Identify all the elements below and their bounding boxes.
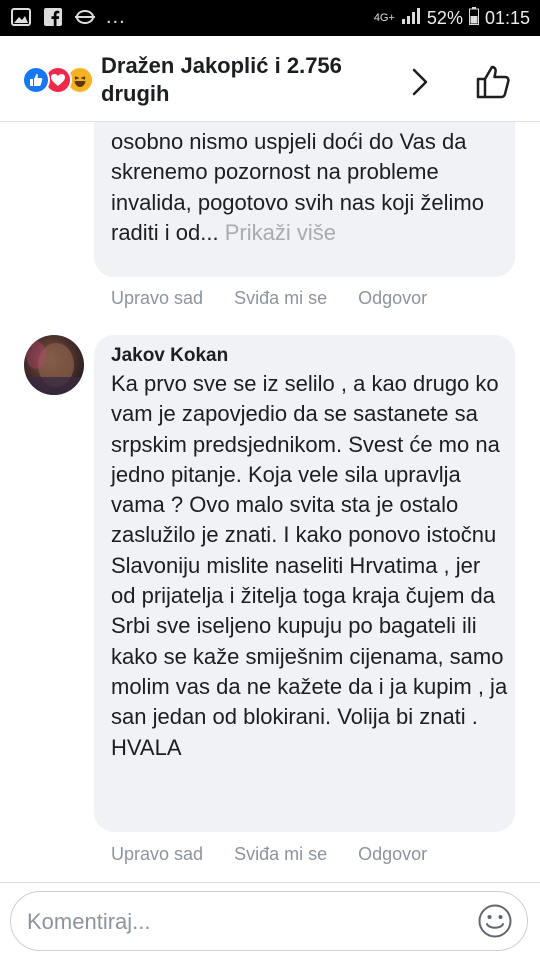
comment-input[interactable]: Komentiraj... xyxy=(10,891,528,951)
like-reaction-icon xyxy=(22,66,50,94)
status-bar: ... 4G+ 52% 01:15 xyxy=(0,0,540,36)
image-icon xyxy=(10,7,32,27)
network-label: 4G+ xyxy=(373,12,395,24)
comment-composer: Komentiraj... xyxy=(0,882,540,960)
status-right: 4G+ 52% 01:15 xyxy=(374,7,530,30)
comment-timestamp: Upravo sad xyxy=(111,844,204,864)
comment-bubble[interactable]: osobno nismo uspjeli doći do Vas da skre… xyxy=(94,122,515,277)
battery-icon xyxy=(468,7,479,30)
comment-actions: Upravo sad Sviđa mi se Odgovor xyxy=(111,288,458,309)
comments-list[interactable]: osobno nismo uspjeli doći do Vas da skre… xyxy=(0,122,540,882)
reactors-summary[interactable]: Dražen Jakoplić i 2.756 drugih xyxy=(101,52,391,108)
like-button[interactable] xyxy=(474,63,512,101)
battery-percent: 52% xyxy=(426,8,463,28)
comment-author[interactable]: Jakov Kokan xyxy=(111,345,228,367)
thumbs-up-icon xyxy=(476,65,510,99)
overflow-indicator: ... xyxy=(106,6,126,28)
comment-body: Ka prvo sve se iz selilo , a kao drugo k… xyxy=(111,371,508,760)
signal-icon xyxy=(401,8,421,29)
chevron-right-icon[interactable] xyxy=(405,64,435,100)
reaction-icons[interactable] xyxy=(22,66,100,96)
comment-timestamp: Upravo sad xyxy=(111,288,204,308)
comment-actions: Upravo sad Sviđa mi se Odgovor xyxy=(111,844,458,865)
like-comment-button[interactable]: Sviđa mi se xyxy=(234,288,327,309)
like-comment-button[interactable]: Sviđa mi se xyxy=(234,844,327,865)
sync-icon xyxy=(74,7,96,27)
reactions-header: Dražen Jakoplić i 2.756 drugih xyxy=(0,36,540,122)
comment-bubble[interactable]: Jakov Kokan Ka prvo sve se iz selilo , a… xyxy=(94,335,515,832)
avatar[interactable] xyxy=(24,335,84,395)
comment-input-placeholder: Komentiraj... xyxy=(27,909,151,934)
reply-button[interactable]: Odgovor xyxy=(358,288,427,309)
see-more-link[interactable]: Prikaži više xyxy=(225,220,336,245)
status-left: ... xyxy=(10,7,126,27)
facebook-icon xyxy=(42,7,64,27)
emoji-icon[interactable] xyxy=(477,903,513,939)
reply-button[interactable]: Odgovor xyxy=(358,844,427,865)
clock: 01:15 xyxy=(484,8,530,28)
comment-text: osobno nismo uspjeli doći do Vas da skre… xyxy=(111,127,506,248)
